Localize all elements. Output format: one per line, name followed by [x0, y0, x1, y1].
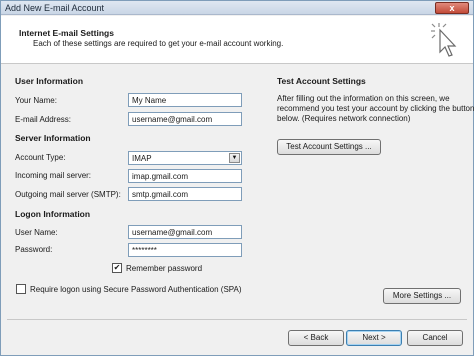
header-panel: Internet E-mail Settings Each of these s… [1, 16, 473, 64]
remember-password-checkbox[interactable]: ✔ [112, 263, 122, 273]
password-label: Password: [15, 245, 53, 254]
your-name-label: Your Name: [15, 96, 57, 105]
outgoing-server-input[interactable]: smtp.gmail.com [128, 187, 242, 201]
user-information-heading: User Information [15, 76, 84, 86]
server-information-heading: Server Information [15, 133, 91, 143]
header-subtitle: Each of these settings are required to g… [33, 39, 284, 48]
your-name-input[interactable]: My Name [128, 93, 242, 107]
back-button[interactable]: < Back [288, 330, 344, 346]
chevron-down-icon[interactable]: ▼ [229, 153, 240, 163]
user-name-label: User Name: [15, 228, 58, 237]
email-address-label: E-mail Address: [15, 115, 72, 124]
cursor-click-icon [431, 23, 457, 57]
account-type-value: IMAP [132, 154, 152, 163]
test-account-description: After filling out the information on thi… [277, 94, 474, 123]
window-title: Add New E-mail Account [5, 3, 105, 13]
account-type-label: Account Type: [15, 153, 66, 162]
test-account-settings-button[interactable]: Test Account Settings ... [277, 139, 381, 155]
user-name-input[interactable]: username@gmail.com [128, 225, 242, 239]
next-button[interactable]: Next > [346, 330, 402, 346]
password-input[interactable]: ******** [128, 243, 242, 257]
remember-password-label: Remember password [126, 264, 203, 273]
cancel-button[interactable]: Cancel [407, 330, 463, 346]
incoming-server-input[interactable]: imap.gmail.com [128, 169, 242, 183]
email-address-input[interactable]: username@gmail.com [128, 112, 242, 126]
spa-checkbox[interactable] [16, 284, 26, 294]
title-bar: Add New E-mail Account x [1, 1, 473, 15]
header-title: Internet E-mail Settings [19, 28, 114, 38]
more-settings-button[interactable]: More Settings ... [383, 288, 461, 304]
close-button[interactable]: x [435, 2, 469, 14]
outgoing-server-label: Outgoing mail server (SMTP): [15, 190, 121, 199]
spa-label: Require logon using Secure Password Auth… [30, 285, 242, 294]
account-type-select[interactable]: IMAP ▼ [128, 151, 242, 165]
test-account-heading: Test Account Settings [277, 76, 366, 86]
add-email-account-dialog: Add New E-mail Account x Internet E-mail… [0, 0, 474, 356]
incoming-server-label: Incoming mail server: [15, 171, 92, 180]
footer-divider [7, 319, 467, 320]
logon-information-heading: Logon Information [15, 209, 91, 219]
